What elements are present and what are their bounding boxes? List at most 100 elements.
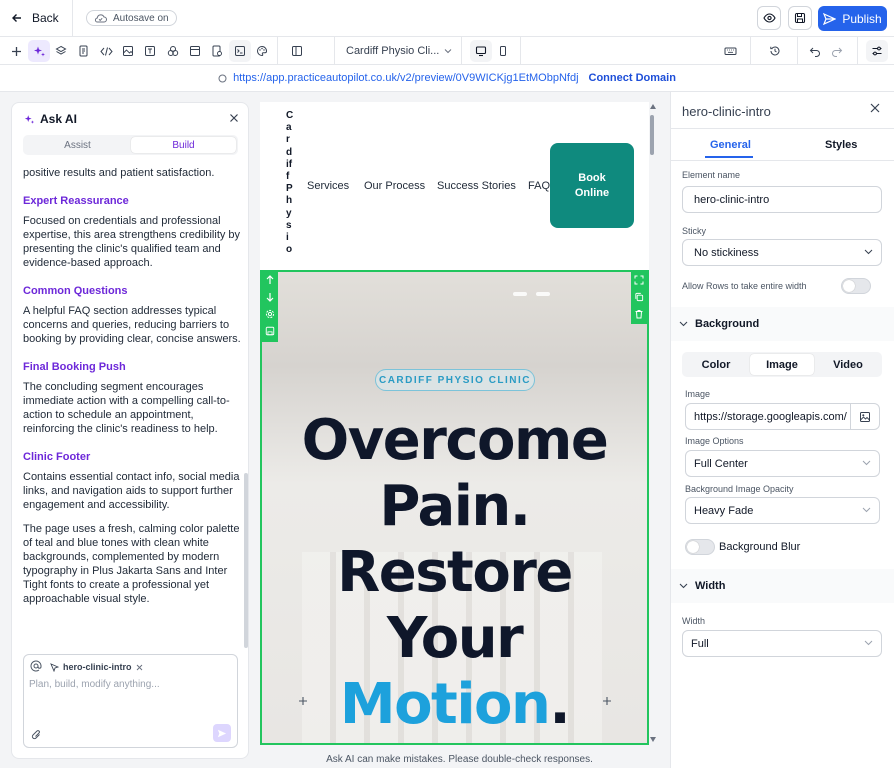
toolbar-divider [857, 37, 858, 65]
close-icon[interactable] [870, 103, 880, 113]
ai-section-body: The concluding segment encourages immedi… [23, 381, 230, 435]
keyboard-shortcuts-button[interactable] [719, 40, 741, 62]
ai-prompt-box[interactable]: hero-clinic-intro Plan, build, modify an… [23, 654, 238, 748]
image-options-select[interactable]: Full Center [685, 450, 880, 477]
undo-button[interactable] [804, 40, 826, 62]
width-section-header[interactable]: Width [671, 569, 894, 603]
image-options-value: Full Center [694, 457, 748, 470]
preview-url-link[interactable]: https://app.practiceautopilot.co.uk/v2/p… [233, 72, 578, 84]
ceiling-light [536, 292, 550, 296]
tab-video[interactable]: Video [816, 354, 880, 375]
context-chip[interactable]: hero-clinic-intro [50, 659, 143, 675]
layers-button[interactable] [50, 40, 72, 62]
paperclip-icon[interactable] [31, 729, 42, 741]
tab-build[interactable]: Build [131, 137, 236, 153]
keyboard-icon [724, 46, 737, 56]
ceiling-light [513, 292, 527, 296]
expand-icon[interactable] [634, 275, 644, 285]
arrow-up-icon[interactable] [265, 275, 275, 285]
redo-icon [831, 46, 843, 57]
scroll-down-icon[interactable] [650, 737, 656, 742]
image-picker-button[interactable] [850, 403, 880, 430]
duplicate-icon[interactable] [634, 292, 644, 302]
nav-item-success-stories[interactable]: Success Stories [437, 180, 516, 192]
page-selector[interactable]: Cardiff Physio Cli... [334, 37, 462, 65]
media-button[interactable] [117, 40, 139, 62]
element-name-input[interactable]: hero-clinic-intro [682, 186, 882, 213]
sidebar-toggle-button[interactable] [286, 40, 308, 62]
canvas-scrollbar[interactable] [650, 115, 654, 155]
trash-icon[interactable] [634, 309, 644, 319]
ai-sparkle-button[interactable] [28, 40, 50, 62]
text-button[interactable] [139, 40, 161, 62]
theme-button[interactable] [251, 40, 273, 62]
chevron-down-icon [444, 48, 452, 54]
opacity-value: Heavy Fade [694, 504, 754, 517]
nav-item-process[interactable]: Our Process [364, 180, 425, 192]
hero-section-selected[interactable]: CARDIFF PHYSIO CLINIC Overcome Pain. Res… [260, 270, 649, 745]
settings-panel-button[interactable] [866, 40, 888, 62]
panel-element-title: hero-clinic-intro [682, 104, 771, 119]
history-button[interactable] [764, 40, 786, 62]
background-type-tabs: Color Image Video [682, 352, 882, 377]
width-select[interactable]: Full [682, 630, 882, 657]
tab-color[interactable]: Color [684, 354, 748, 375]
pages-button[interactable] [72, 40, 94, 62]
ai-summary: The page uses a fresh, calming color pal… [23, 523, 240, 605]
tab-general[interactable]: General [710, 139, 751, 151]
ai-section-body: A helpful FAQ section addresses typical … [23, 305, 241, 345]
at-mention-icon[interactable] [30, 660, 42, 672]
scroll-up-icon[interactable] [650, 104, 656, 109]
back-label: Back [32, 11, 59, 25]
background-blur-toggle[interactable] [685, 539, 715, 555]
save-button[interactable] [788, 6, 812, 30]
sparkle-icon [33, 45, 46, 58]
sparkle-icon [24, 114, 35, 125]
site-logo[interactable]: CardiffPhysio [286, 110, 294, 256]
arrow-down-icon[interactable] [265, 292, 275, 302]
close-icon[interactable] [136, 664, 143, 671]
connect-domain-link[interactable]: Connect Domain [589, 72, 676, 84]
shapes-button[interactable] [162, 40, 184, 62]
mobile-view-button[interactable] [492, 40, 514, 62]
add-column-left-icon[interactable] [298, 696, 308, 706]
sections-button[interactable] [184, 40, 206, 62]
image-url-input[interactable]: https://storage.googleapis.com/ [685, 403, 851, 430]
sliders-icon [871, 45, 883, 57]
preview-button[interactable] [757, 6, 781, 30]
forms-button[interactable] [206, 40, 228, 62]
ai-panel-scrollbar[interactable] [244, 473, 248, 648]
code-button[interactable] [95, 40, 117, 62]
nav-item-faq[interactable]: FAQ [528, 180, 550, 192]
tab-assist[interactable]: Assist [25, 137, 130, 153]
width-label: Width [682, 616, 706, 626]
background-section-header[interactable]: Background [671, 307, 894, 341]
code-icon [99, 46, 113, 57]
tab-styles[interactable]: Styles [825, 139, 857, 151]
opacity-select[interactable]: Heavy Fade [685, 497, 880, 524]
nav-item-services[interactable]: Services [307, 180, 349, 192]
layout-icon [189, 45, 201, 57]
add-element-button[interactable] [5, 40, 27, 62]
back-button[interactable]: Back [0, 0, 73, 36]
save-icon[interactable] [265, 326, 275, 336]
terminal-button[interactable] [229, 40, 251, 62]
rows-width-toggle[interactable] [841, 278, 871, 294]
gear-icon[interactable] [265, 309, 275, 319]
publish-button[interactable]: Publish [818, 6, 887, 31]
sticky-select[interactable]: No stickiness [682, 239, 882, 266]
tab-image[interactable]: Image [750, 354, 814, 375]
image-options-label: Image Options [685, 436, 744, 446]
send-prompt-button[interactable] [213, 724, 231, 742]
phone-icon [498, 45, 508, 57]
ai-partial-line: positive results and patient satisfactio… [23, 167, 215, 179]
close-icon[interactable] [229, 113, 239, 123]
add-column-right-icon[interactable] [602, 696, 612, 706]
redo-button[interactable] [826, 40, 848, 62]
sticky-value: No stickiness [694, 246, 759, 259]
panel-divider [671, 128, 894, 129]
hero-headline-line: Motion. [262, 672, 647, 738]
book-online-button[interactable]: Book Online [550, 143, 634, 228]
panel-icon [291, 45, 303, 57]
desktop-view-button[interactable] [470, 40, 492, 62]
